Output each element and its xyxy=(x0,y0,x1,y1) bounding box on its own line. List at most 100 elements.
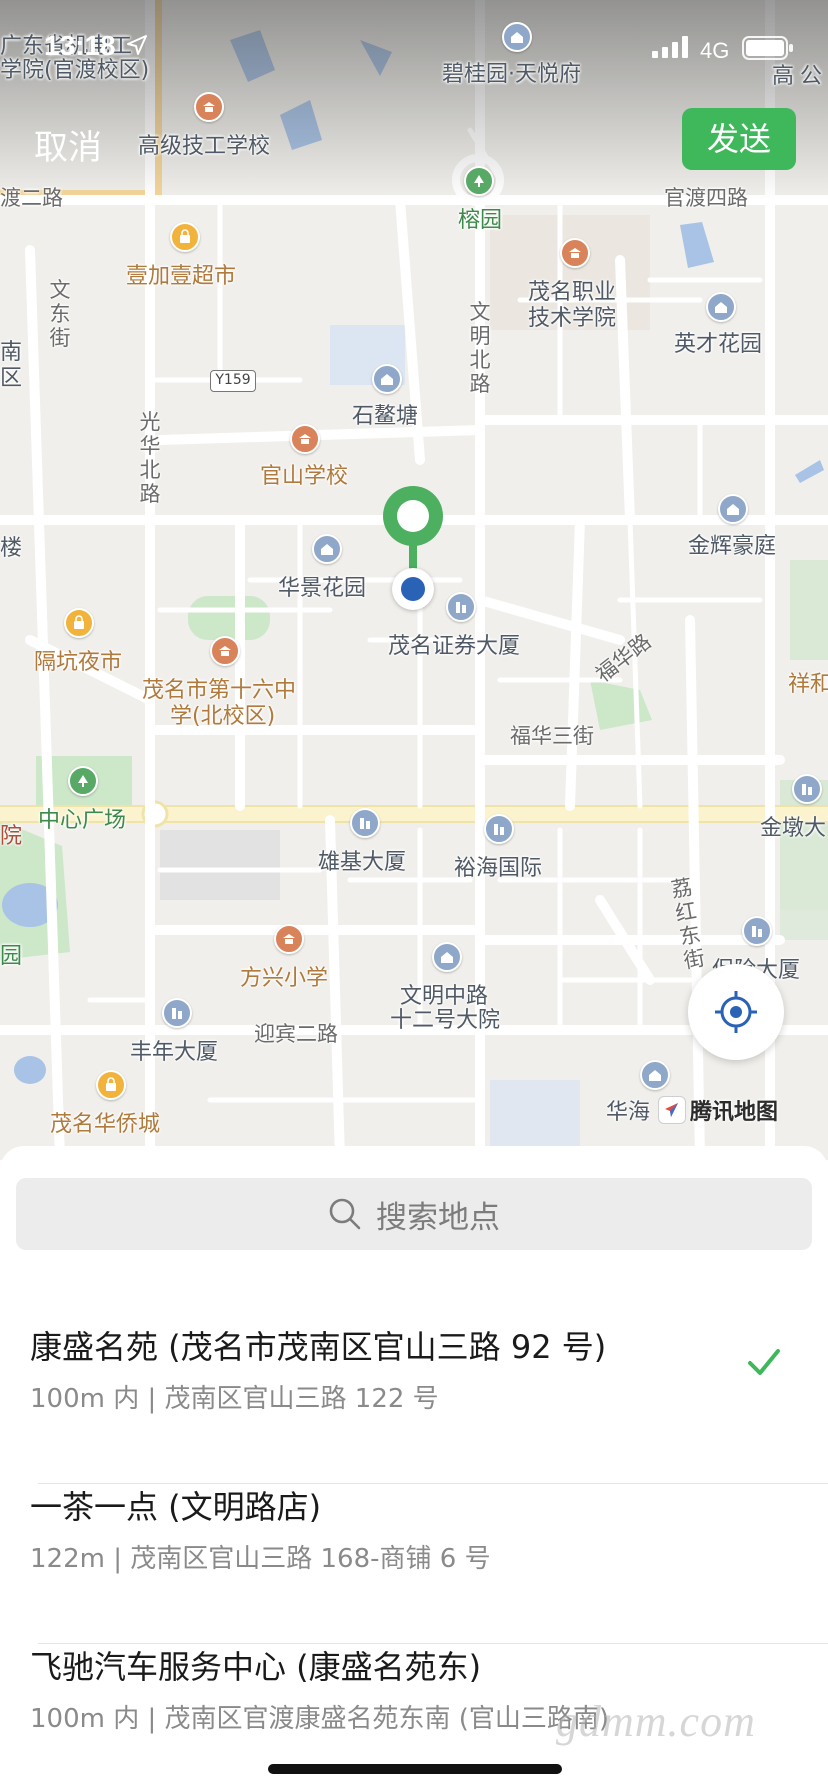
middle-school-poi-icon[interactable] xyxy=(210,636,240,666)
locate-me-button[interactable] xyxy=(688,964,784,1060)
map-label[interactable]: 壹加壹超市 xyxy=(126,264,236,289)
map-label[interactable]: 祥和 xyxy=(788,672,828,697)
map-label[interactable]: 光华北路 xyxy=(138,410,162,507)
status-bar: 13:18 4G xyxy=(0,0,828,96)
result-address: 100m 内 | 茂南区官渡康盛名苑东南 (官山三路南) xyxy=(30,1704,610,1734)
map-label[interactable]: 文明中路 xyxy=(400,984,488,1009)
map-label[interactable]: 榕园 xyxy=(458,208,502,233)
map-label[interactable]: 金辉豪庭 xyxy=(688,534,776,559)
crosshair-icon xyxy=(715,991,757,1033)
site-watermark: gdmm.com xyxy=(556,1697,756,1746)
yuhai-poi-icon[interactable] xyxy=(484,814,514,844)
map-label[interactable]: 渡二路 xyxy=(0,186,63,210)
map-label[interactable]: 园 xyxy=(0,944,22,969)
securities-building-poi-icon[interactable] xyxy=(446,592,476,622)
huahai-poi-icon[interactable] xyxy=(640,1060,670,1090)
map-label[interactable]: 楼 xyxy=(0,536,22,561)
map-label[interactable]: 院 xyxy=(0,824,22,849)
building-icon xyxy=(360,818,370,829)
map-label[interactable]: 官渡四路 xyxy=(664,186,748,210)
huajing-poi-icon[interactable] xyxy=(312,534,342,564)
map-label[interactable]: 迎宾二路 xyxy=(254,1022,338,1046)
signal-icon xyxy=(652,36,688,58)
bag-icon xyxy=(74,615,84,629)
home-indicator[interactable] xyxy=(268,1764,562,1774)
map-label[interactable]: 金墩大 xyxy=(760,816,826,841)
tencent-map-logo-icon xyxy=(658,1096,686,1124)
location-dot-icon xyxy=(401,577,425,601)
map-label[interactable]: 方兴小学 xyxy=(240,966,328,991)
building-icon xyxy=(456,602,466,613)
network-type: 4G xyxy=(700,38,730,63)
map-label[interactable]: 区 xyxy=(0,366,22,391)
house-icon xyxy=(321,544,333,555)
rongyuan-park-icon[interactable] xyxy=(464,166,494,196)
result-name: 康盛名苑 (茂名市茂南区官山三路 92 号) xyxy=(30,1328,607,1366)
college-poi-icon[interactable] xyxy=(560,238,590,268)
map-label[interactable]: 文明北路 xyxy=(468,300,492,397)
tree-icon xyxy=(78,775,88,787)
map-label[interactable]: 丰年大厦 xyxy=(130,1040,218,1065)
result-item-1[interactable]: 一茶一点 (文明路店) 122m | 茂南区官山三路 168-商铺 6 号 xyxy=(0,1482,828,1644)
search-icon xyxy=(329,1198,361,1230)
location-arrow-icon xyxy=(127,35,147,55)
send-button[interactable]: 发送 xyxy=(682,108,796,170)
map-label[interactable]: 茂名证券大厦 xyxy=(388,634,520,659)
jindun-poi-icon[interactable] xyxy=(792,774,822,804)
result-address: 100m 内 | 茂南区官山三路 122 号 xyxy=(30,1384,439,1414)
map-label[interactable]: 华海 xyxy=(606,1100,650,1125)
map-label[interactable]: 茂名市第十六中 xyxy=(142,678,296,703)
map-label[interactable]: 石鳌塘 xyxy=(352,404,418,429)
map-label[interactable]: 华景花园 xyxy=(278,576,366,601)
school-poi-icon[interactable] xyxy=(194,92,224,122)
map-brand-text: 腾讯地图 xyxy=(690,1100,779,1125)
building-icon xyxy=(172,1008,182,1019)
fangxing-school-poi-icon[interactable] xyxy=(274,924,304,954)
school-icon xyxy=(203,102,215,112)
map-label[interactable]: 文东街 xyxy=(48,278,72,350)
map-label[interactable]: 学(北校区) xyxy=(170,704,275,729)
battery-icon xyxy=(742,36,793,60)
map-label[interactable]: 隔坑夜市 xyxy=(34,650,122,675)
map-label[interactable]: 十二号大院 xyxy=(390,1008,500,1033)
house-icon xyxy=(715,302,727,313)
map-label[interactable]: 技术学院 xyxy=(528,306,616,331)
guanshan-school-poi-icon[interactable] xyxy=(290,424,320,454)
overseas-town-poi-icon[interactable] xyxy=(96,1070,126,1100)
map-view[interactable]: Y159 广东省机电工 学院(官渡校区) 碧桂园·天悦府 高级技工学校 渡二路 … xyxy=(0,0,828,1160)
shiaotang-poi-icon[interactable] xyxy=(372,364,402,394)
map-label[interactable]: 南 xyxy=(0,340,22,365)
wenming-yard-poi-icon[interactable] xyxy=(432,942,462,972)
xiongji-poi-icon[interactable] xyxy=(350,808,380,838)
fengnian-poi-icon[interactable] xyxy=(162,998,192,1028)
result-address: 122m | 茂南区官山三路 168-商铺 6 号 xyxy=(30,1544,491,1574)
map-label[interactable]: 茂名职业 xyxy=(528,280,616,305)
school-icon xyxy=(219,646,231,656)
checkmark-icon xyxy=(748,1349,780,1375)
night-market-poi-icon[interactable] xyxy=(64,608,94,638)
central-square-park-icon[interactable] xyxy=(68,766,98,796)
jinhui-poi-icon[interactable] xyxy=(718,494,748,524)
status-time: 13:18 xyxy=(44,30,116,61)
search-input[interactable]: 搜索地点 xyxy=(16,1178,812,1250)
yingcai-poi-icon[interactable] xyxy=(706,292,736,322)
map-label[interactable]: 福华三街 xyxy=(510,724,594,748)
building-icon xyxy=(494,824,504,835)
map-label[interactable]: 茂名华侨城 xyxy=(50,1112,160,1137)
supermarket-poi-icon[interactable] xyxy=(170,222,200,252)
map-label[interactable]: 英才花园 xyxy=(674,332,762,357)
tree-icon xyxy=(474,175,484,187)
insurance-building-poi-icon[interactable] xyxy=(742,916,772,946)
map-label[interactable]: 裕海国际 xyxy=(454,856,542,881)
cancel-button[interactable]: 取消 xyxy=(34,120,102,169)
map-label[interactable]: 中心广场 xyxy=(38,808,126,833)
result-item-0[interactable]: 康盛名苑 (茂名市茂南区官山三路 92 号) 100m 内 | 茂南区官山三路 … xyxy=(0,1322,828,1484)
school-icon xyxy=(299,434,311,444)
map-label[interactable]: 官山学校 xyxy=(260,464,348,489)
map-label[interactable]: 高级技工学校 xyxy=(138,134,270,159)
current-location-dot xyxy=(392,568,434,610)
map-brand: 腾讯地图 xyxy=(658,1094,778,1126)
bag-icon xyxy=(106,1077,116,1091)
map-label[interactable]: 雄基大厦 xyxy=(318,850,406,875)
result-name: 飞驰汽车服务中心 (康盛名苑东) xyxy=(30,1648,482,1686)
